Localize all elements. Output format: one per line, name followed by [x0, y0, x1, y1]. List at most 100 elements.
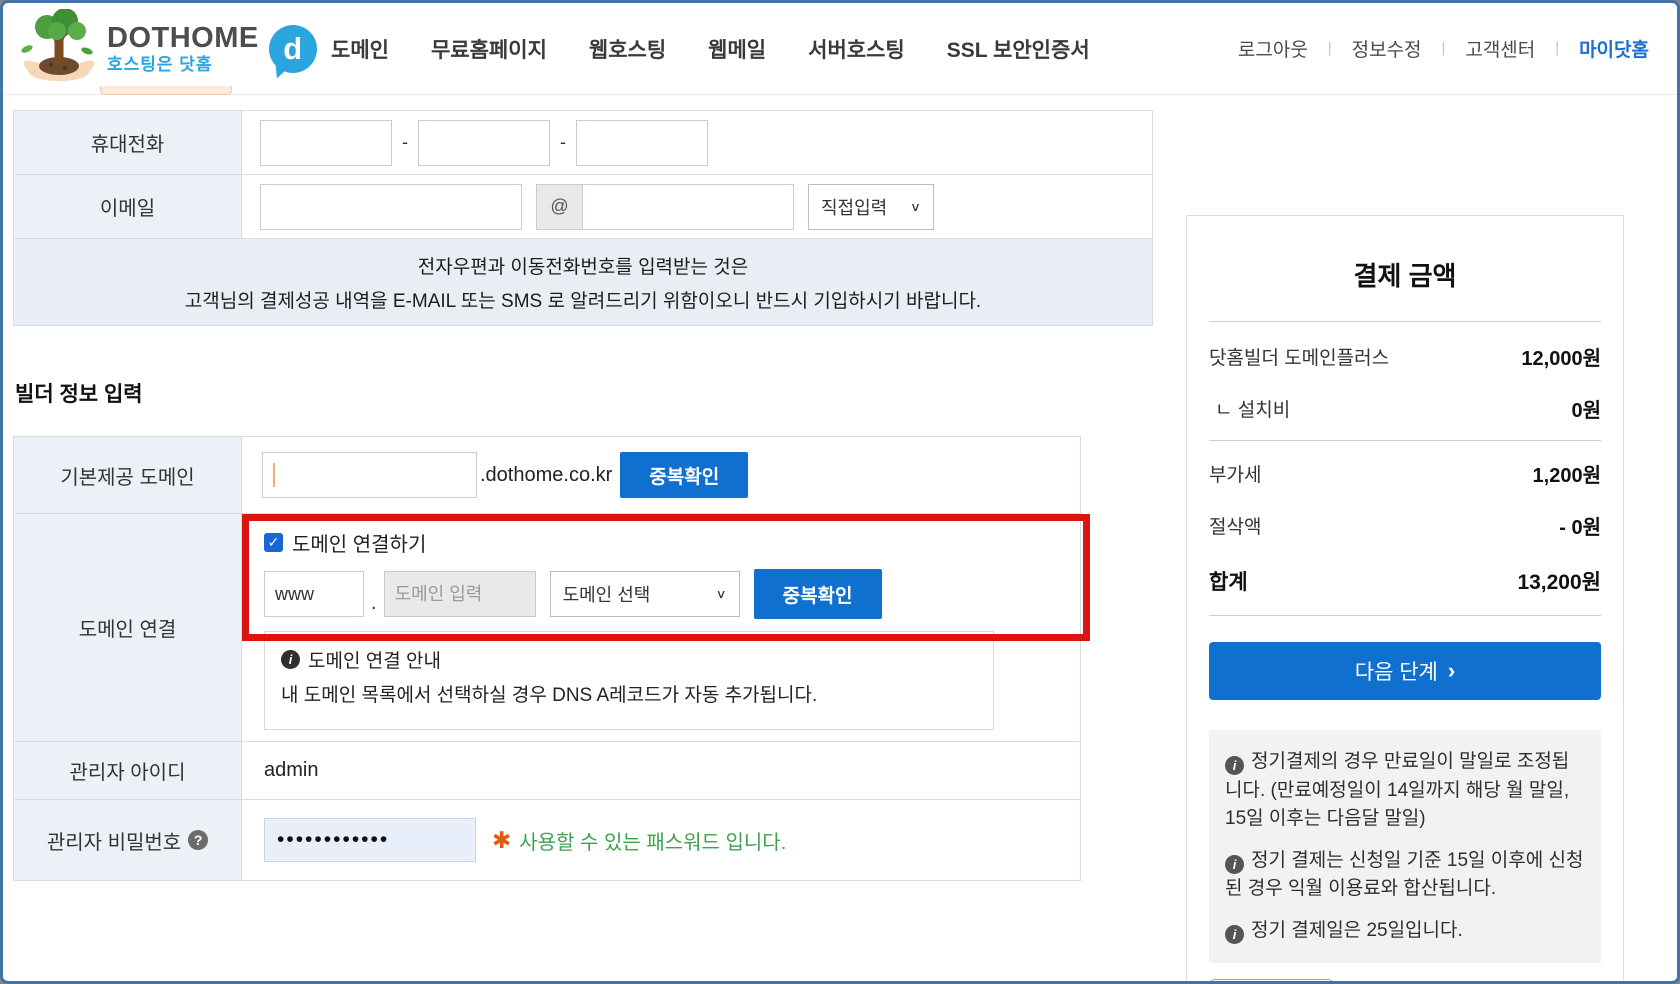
nav-item-free-homepage[interactable]: 무료홈페이지 [431, 34, 547, 64]
payment-item-value: 1,200원 [1533, 459, 1601, 488]
payment-item-label: 부가세 [1209, 460, 1261, 487]
table-row: 도메인 연결 ✓ 도메인 연결하기 . 도메인 선택 ∨ [14, 514, 1080, 742]
payment-total-row: 합계 13,200원 [1209, 551, 1601, 611]
link-separator: ㅣ [1323, 38, 1337, 59]
link-separator: ㅣ [1550, 38, 1564, 59]
brand-tagline: 호스팅은 닷홈 [107, 56, 259, 74]
builder-section-heading: 빌더 정보 입력 [15, 378, 143, 408]
nav-item-server-hosting[interactable]: 서버호스팅 [808, 34, 905, 64]
domain-connect-checkbox-label[interactable]: 도메인 연결하기 [292, 528, 426, 557]
contact-notice: 전자우편과 이동전화번호를 입력받는 것은 고객님의 결제성공 내역을 E-MA… [14, 239, 1152, 325]
payment-note: i정기결제의 경우 만료일이 말일로 조정됩니다. (만료예정일이 14일까지 … [1225, 748, 1585, 834]
phone-part1-input[interactable] [260, 120, 392, 166]
email-provider-selected: 직접입력 [821, 194, 887, 220]
speech-bubble-icon: d [269, 25, 317, 73]
payment-item-label: 닷홈빌더 도메인플러스 [1209, 343, 1389, 370]
domain-guide-title: 도메인 연결 안내 [308, 646, 441, 673]
phone-label: 휴대전화 [14, 111, 242, 174]
dothome-logo[interactable]: DOTHOME 호스팅은 닷홈 d [17, 9, 317, 88]
divider [1209, 440, 1601, 441]
domain-connect-label: 도메인 연결 [14, 514, 242, 741]
info-icon: i [1225, 925, 1244, 944]
base-domain-label: 기본제공 도메인 [14, 437, 242, 513]
phone-separator: - [560, 132, 566, 153]
payment-row: 절삭액 - 0원 [1209, 499, 1601, 551]
divider [1209, 615, 1601, 616]
tree-hands-logo-icon [17, 9, 101, 88]
note-text: 정기 결제는 신청일 기준 15일 이후에 신청된 경우 익월 이용료와 합산됩… [1225, 850, 1584, 900]
contact-table: 휴대전화 - - 이메일 @ 직접입력 ∨ [13, 110, 1153, 326]
payment-item-value: - 0원 [1559, 511, 1601, 540]
user-links: 로그아웃 ㅣ 정보수정 ㅣ 고객센터 ㅣ 마이닷홈 [1238, 35, 1649, 62]
info-icon: i [281, 650, 300, 669]
domain-dot: . [371, 592, 377, 615]
email-provider-select[interactable]: 직접입력 ∨ [808, 184, 934, 230]
payment-notes: i정기결제의 경우 만료일이 말일로 조정됩니다. (만료예정일이 14일까지 … [1209, 730, 1601, 963]
admin-id-label: 관리자 아이디 [14, 742, 242, 799]
next-step-button[interactable]: 다음 단계 › [1209, 642, 1601, 700]
table-row: 관리자 비밀번호 ? •••••••••••• ✱ 사용할 수 있는 패스워드 … [14, 800, 1080, 880]
main-content: 휴대전화 - - 이메일 @ 직접입력 ∨ [3, 95, 1677, 980]
email-local-input[interactable] [260, 184, 522, 230]
payment-item-value: 0원 [1571, 394, 1601, 423]
payment-total-value: 13,200원 [1517, 566, 1601, 596]
nav-item-domain[interactable]: 도메인 [331, 34, 389, 64]
payment-row: 부가세 1,200원 [1209, 447, 1601, 499]
domain-guide-box: i 도메인 연결 안내 내 도메인 목록에서 선택하실 경우 DNS A레코드가… [264, 631, 994, 730]
payment-row: ㄴ 설치비 0원 [1209, 382, 1601, 434]
question-icon[interactable]: ? [188, 830, 208, 850]
domain-input[interactable] [384, 571, 536, 617]
info-icon: i [1225, 756, 1244, 775]
admin-password-label-cell: 관리자 비밀번호 ? [14, 800, 242, 880]
logout-link[interactable]: 로그아웃 [1238, 35, 1308, 62]
info-icon: i [1225, 855, 1244, 874]
table-row: 기본제공 도메인 .dothome.co.kr 중복확인 [14, 437, 1080, 514]
domain-select[interactable]: 도메인 선택 ∨ [550, 571, 740, 617]
text-caret [273, 463, 275, 487]
payment-note: i정기 결제일은 25일입니다. [1225, 917, 1585, 946]
email-label: 이메일 [14, 175, 242, 238]
table-row: 휴대전화 - - [14, 111, 1152, 175]
quote-print-button[interactable]: 견적서출력 [1209, 979, 1334, 984]
nav-item-ssl[interactable]: SSL 보안인증서 [947, 34, 1090, 64]
base-domain-suffix: .dothome.co.kr [480, 464, 612, 487]
notice-line1: 전자우편과 이동전화번호를 입력받는 것은 [418, 252, 748, 279]
phone-part3-input[interactable] [576, 120, 708, 166]
admin-password-label: 관리자 비밀번호 [47, 826, 181, 855]
payment-panel: 결제 금액 닷홈빌더 도메인플러스 12,000원 ㄴ 설치비 0원 부가세 1… [1186, 215, 1624, 984]
payment-item-value: 12,000원 [1521, 342, 1601, 371]
my-dothome-link[interactable]: 마이닷홈 [1579, 35, 1649, 62]
next-step-label: 다음 단계 [1355, 656, 1438, 686]
edit-info-link[interactable]: 정보수정 [1352, 35, 1422, 62]
base-domain-input[interactable] [262, 452, 477, 498]
chevron-down-icon: ∨ [716, 587, 727, 601]
note-text: 정기결제의 경우 만료일이 말일로 조정됩니다. (만료예정일이 14일까지 해… [1225, 751, 1569, 829]
domain-check-button[interactable]: 중복확인 [754, 569, 882, 619]
base-domain-check-button[interactable]: 중복확인 [620, 452, 748, 498]
page-frame: DOTHOME 호스팅은 닷홈 d 도메인 무료홈페이지 웹호스팅 웹메일 서버… [0, 0, 1680, 984]
phone-separator: - [402, 132, 408, 153]
email-domain-input[interactable] [582, 184, 794, 230]
password-valid-message: 사용할 수 있는 패스워드 입니다. [519, 826, 786, 855]
domain-connect-checkbox[interactable]: ✓ [264, 533, 283, 552]
payment-note: i정기 결제는 신청일 기준 15일 이후에 신청된 경우 익월 이용료와 합산… [1225, 847, 1585, 904]
main-nav: 도메인 무료홈페이지 웹호스팅 웹메일 서버호스팅 SSL 보안인증서 [331, 34, 1090, 64]
notice-line2: 고객님의 결제성공 내역을 E-MAIL 또는 SMS 로 알려드리기 위함이오… [185, 286, 981, 313]
customer-center-link[interactable]: 고객센터 [1465, 35, 1535, 62]
email-at-symbol: @ [536, 184, 582, 230]
link-separator: ㅣ [1437, 38, 1451, 59]
admin-password-field[interactable]: •••••••••••• [264, 818, 476, 862]
nav-item-webmail[interactable]: 웹메일 [708, 34, 766, 64]
nav-item-web-hosting[interactable]: 웹호스팅 [589, 34, 666, 64]
brand-name: DOTHOME [107, 23, 259, 53]
phone-part2-input[interactable] [418, 120, 550, 166]
asterisk-icon: ✱ [492, 827, 511, 854]
domain-guide-text: 내 도메인 목록에서 선택하실 경우 DNS A레코드가 자동 추가됩니다. [281, 680, 975, 707]
table-row: 관리자 아이디 admin [14, 742, 1080, 800]
divider [1209, 321, 1601, 322]
payment-row: 닷홈빌더 도메인플러스 12,000원 [1209, 330, 1601, 382]
chevron-right-icon: › [1448, 658, 1455, 684]
payment-item-label: 절삭액 [1209, 512, 1261, 539]
subdomain-input[interactable] [264, 571, 364, 617]
payment-total-label: 합계 [1209, 566, 1248, 596]
